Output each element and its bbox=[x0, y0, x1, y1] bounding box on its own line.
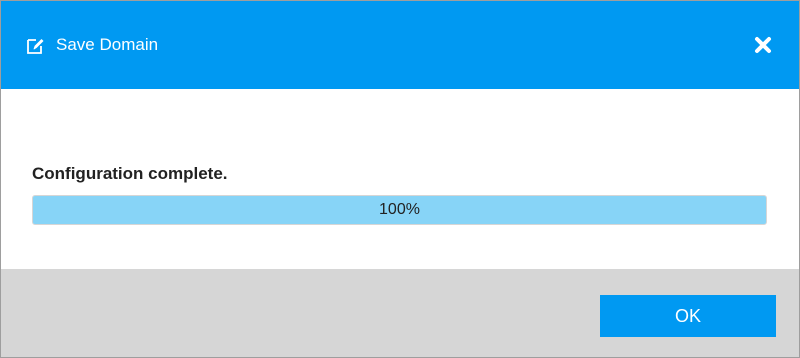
progress-label: 100% bbox=[379, 201, 420, 218]
dialog-title: Save Domain bbox=[56, 35, 159, 54]
dialog-footer: OK bbox=[1, 269, 799, 357]
status-message: Configuration complete. bbox=[32, 164, 228, 183]
edit-icon bbox=[27, 39, 44, 54]
dialog-titlebar: Save Domain bbox=[1, 1, 799, 89]
dialog-body: Configuration complete. 100% bbox=[1, 89, 799, 269]
save-domain-dialog: Save Domain Configuration complete. 100%… bbox=[0, 0, 800, 358]
close-icon[interactable] bbox=[749, 31, 777, 59]
ok-button[interactable]: OK bbox=[600, 295, 776, 337]
progress-bar: 100% bbox=[32, 195, 767, 225]
